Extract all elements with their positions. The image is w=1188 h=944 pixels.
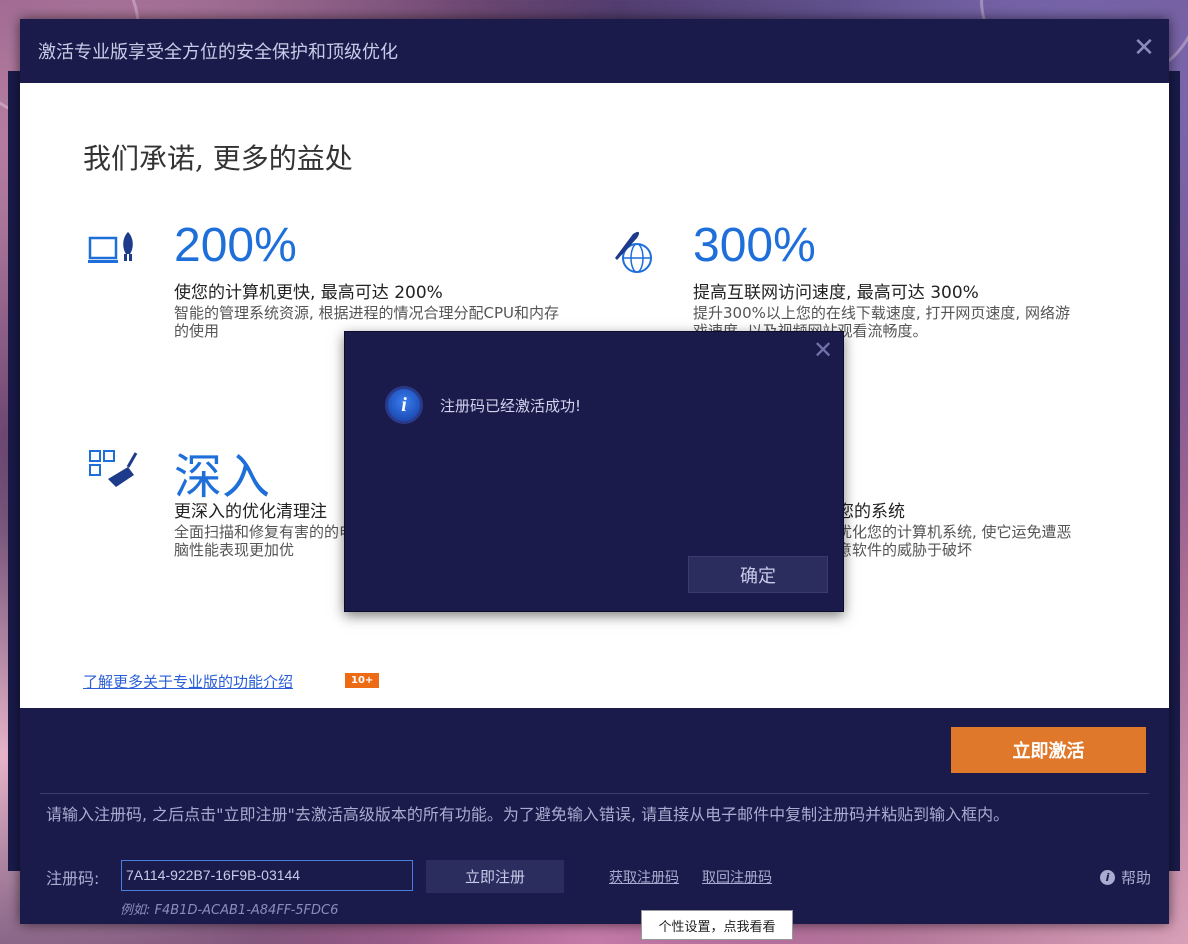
help-label: 帮助 xyxy=(1120,869,1151,887)
computer-rocket-icon xyxy=(88,232,133,263)
feature-internet-value: 300% xyxy=(693,219,816,272)
count-badge: 10+ xyxy=(345,673,380,688)
instructions-text: 请输入注册码, 之后点击"立即注册"去激活高级版本的所有功能。为了避免输入错误,… xyxy=(46,805,1010,824)
registration-example: 例如: F4B1D-ACAB1-A84FF-5FDC6 xyxy=(120,903,339,918)
divider xyxy=(40,793,1149,794)
feature-protect-title: 您的系统 xyxy=(837,502,905,522)
feature-deep-clean-desc: 全面扫描和修复有害的的电脑性能表现更加优 xyxy=(174,523,355,559)
help-button[interactable]: i 帮助 xyxy=(1099,867,1151,888)
feature-internet-title: 提高互联网访问速度, 最高可达 300% xyxy=(693,283,979,303)
info-icon: i xyxy=(385,386,423,424)
background-window-edge xyxy=(1169,71,1180,871)
rocket-globe-icon xyxy=(615,231,652,273)
success-message: 注册码已经激活成功! xyxy=(440,397,582,415)
close-icon[interactable]: ✕ xyxy=(811,338,835,362)
feature-speed-title: 使您的计算机更快, 最高可达 200% xyxy=(174,283,443,303)
background-window-edge xyxy=(8,71,20,871)
retrieve-code-link[interactable]: 取回注册码 xyxy=(702,867,772,887)
broom-clean-icon xyxy=(89,450,138,487)
success-dialog: ✕ i 注册码已经激活成功! 确定 xyxy=(344,331,844,612)
registration-label: 注册码: xyxy=(46,869,100,888)
close-icon[interactable]: ✕ xyxy=(1129,33,1159,63)
feature-protect-desc: 优化您的计算机系统, 使它运免遭恶意软件的威胁于破坏 xyxy=(837,523,1072,559)
feature-deep-clean-title: 更深入的优化清理注 xyxy=(174,502,327,522)
activate-now-button[interactable]: 立即激活 xyxy=(951,727,1146,773)
headline: 我们承诺, 更多的益处 xyxy=(83,142,353,175)
registration-code-input[interactable]: 7A114-922B7-16F9B-03144 xyxy=(121,860,413,891)
register-now-button[interactable]: 立即注册 xyxy=(426,860,564,893)
ok-button[interactable]: 确定 xyxy=(688,556,828,593)
window-title: 激活专业版享受全方位的安全保护和顶级优化 xyxy=(38,42,398,63)
title-bar: 激活专业版享受全方位的安全保护和顶级优化 xyxy=(20,19,1169,83)
tooltip[interactable]: 个性设置，点我看看 xyxy=(641,910,793,940)
feature-speed-value: 200% xyxy=(174,219,297,272)
learn-more-link[interactable]: 了解更多关于专业版的功能介绍 xyxy=(83,671,293,692)
help-icon: i xyxy=(1099,870,1115,885)
get-code-link[interactable]: 获取注册码 xyxy=(609,867,679,887)
